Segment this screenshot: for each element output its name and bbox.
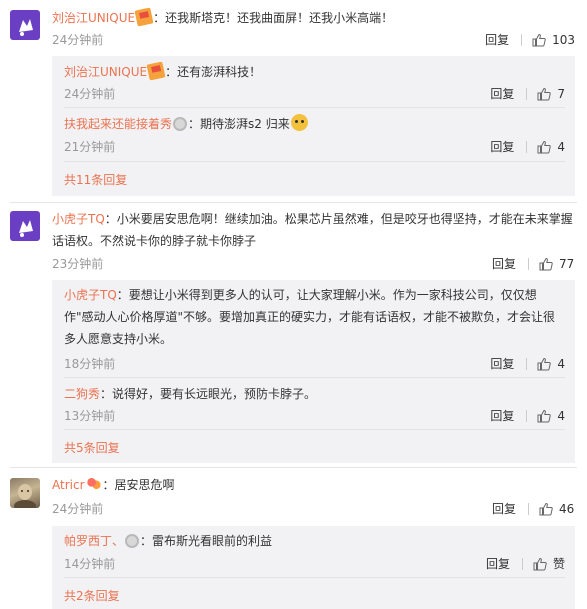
reply-time: 13分钟前 <box>64 409 116 423</box>
reply-box: 帕罗西丁、 ：雷布斯光看眼前的利益 14分钟前 回复 赞 共2条回复 <box>52 526 575 609</box>
reply-box: 刘治江UNIQUE ：还有澎湃科技！ 24分钟前 回复 7 扶我起来还能接着秀 ：期… <box>52 56 575 196</box>
divider <box>64 377 565 378</box>
reply-actions: 回复 4 <box>490 138 565 155</box>
thumbs-up-icon[interactable] <box>537 409 552 423</box>
reply-text: 二狗秀：说得好，要有长远眼光，预防卡脖子。 <box>64 383 565 405</box>
comment-text: 小虎子TQ：小米要居安思危啊！继续加油。松果芯片虽然难，但是咬牙也得坚持，才能在… <box>52 208 575 252</box>
reply-actions: 回复 4 <box>490 355 565 372</box>
reply-button[interactable]: 回复 <box>485 31 509 48</box>
divider <box>526 409 528 422</box>
cat-face-emoji-icon <box>290 114 308 131</box>
reply-button[interactable]: 回复 <box>490 85 514 102</box>
reply-body: ：期待澎湃s2 归来 <box>188 117 290 131</box>
like-count: 7 <box>557 86 565 101</box>
comment-time: 24分钟前 <box>52 33 104 47</box>
thumbs-up-icon[interactable] <box>539 502 553 516</box>
reply-body: ：要想让小米得到更多人的认可，让大家理解小米。作为一家科技公司，仅仅想作"感动人… <box>64 288 556 346</box>
reply-button[interactable]: 回复 <box>492 500 516 517</box>
comment-divider <box>10 202 577 203</box>
divider <box>526 87 528 100</box>
thumbs-up-icon[interactable] <box>533 557 547 571</box>
reply-username[interactable]: 帕罗西丁、 <box>64 534 124 548</box>
divider <box>528 502 529 515</box>
flag-emoji-icon <box>134 7 154 27</box>
thumbs-up-icon[interactable] <box>532 33 546 47</box>
more-replies-link[interactable]: 共5条回复 <box>64 439 120 456</box>
reply-button[interactable]: 回复 <box>490 407 514 424</box>
thumbs-up-icon[interactable] <box>537 140 552 154</box>
medal-badge-icon <box>173 117 188 131</box>
reply-text: 扶我起来还能接着秀 ：期待澎湃s2 归来 <box>64 113 565 135</box>
like-count: 46 <box>559 501 575 516</box>
like-count: 4 <box>557 356 565 371</box>
comment-time: 24分钟前 <box>52 502 104 516</box>
reply-text: 刘治江UNIQUE ：还有澎湃科技！ <box>64 61 565 83</box>
reply-actions: 回复 赞 <box>486 555 565 572</box>
comment-body: ：居安思危啊 <box>102 478 175 492</box>
reply-time: 14分钟前 <box>64 557 116 571</box>
reply-body: ：雷布斯光看眼前的利益 <box>140 534 273 548</box>
comment-text: Atricr ：居安思危啊 <box>52 474 575 496</box>
hearts-emoji-icon <box>85 476 102 492</box>
like-count: 赞 <box>552 557 565 571</box>
thumbs-up-icon[interactable] <box>539 257 553 271</box>
divider <box>526 140 528 153</box>
like-count: 77 <box>559 256 575 271</box>
reply-username[interactable]: 扶我起来还能接着秀 <box>64 117 172 131</box>
reply-box: 小虎子TQ：要想让小米得到更多人的认可，让大家理解小米。作为一家科技公司，仅仅想… <box>52 280 575 463</box>
avatar[interactable] <box>10 211 40 241</box>
divider <box>521 557 523 570</box>
reply-button[interactable]: 回复 <box>492 255 516 272</box>
reply-body: ：说得好，要有长远眼光，预防卡脖子。 <box>100 387 317 401</box>
like-count: 4 <box>557 139 565 154</box>
comment-actions: 回复 46 <box>492 500 575 517</box>
reply-button[interactable]: 回复 <box>490 138 514 155</box>
comment-body: ：还我斯塔克！还我曲面屏！还我小米高端！ <box>153 11 394 25</box>
comment-body: ：小米要居安思危啊！继续加油。松果芯片虽然难，但是咬牙也得坚持，才能在未来掌握话… <box>52 212 573 248</box>
like-count: 103 <box>552 32 575 47</box>
avatar[interactable] <box>10 478 40 508</box>
divider <box>521 33 523 46</box>
more-replies-link[interactable]: 共11条回复 <box>64 171 127 188</box>
like-count: 4 <box>557 408 565 423</box>
thumbs-up-icon[interactable] <box>537 87 552 101</box>
reply-time: 18分钟前 <box>64 357 116 371</box>
reply-actions: 回复 7 <box>490 85 565 102</box>
thumbs-up-icon[interactable] <box>537 357 552 371</box>
medal-badge-icon <box>125 534 140 548</box>
avatar[interactable] <box>10 10 40 40</box>
flag-emoji-icon <box>146 61 166 81</box>
reply-text: 小虎子TQ：要想让小米得到更多人的认可，让大家理解小米。作为一家科技公司，仅仅想… <box>64 284 565 350</box>
divider <box>64 107 565 108</box>
divider <box>64 161 565 162</box>
reply-button[interactable]: 回复 <box>490 355 514 372</box>
comment-actions: 回复 103 <box>485 31 575 48</box>
divider <box>64 577 565 578</box>
reply-body: ：还有澎湃科技！ <box>165 65 262 79</box>
divider <box>526 357 528 370</box>
comment-actions: 回复 77 <box>492 255 575 272</box>
comment-time: 23分钟前 <box>52 257 104 271</box>
comment-text: 刘治江UNIQUE ：还我斯塔克！还我曲面屏！还我小米高端！ <box>52 7 575 29</box>
reply-time: 24分钟前 <box>64 87 116 101</box>
reply-text: 帕罗西丁、 ：雷布斯光看眼前的利益 <box>64 530 565 552</box>
comment-divider <box>10 467 577 468</box>
reply-username[interactable]: 二狗秀 <box>64 387 100 401</box>
reply-username[interactable]: 小虎子TQ <box>64 288 117 302</box>
divider <box>528 257 529 270</box>
reply-actions: 回复 4 <box>490 407 565 424</box>
reply-username[interactable]: 刘治江UNIQUE <box>64 65 147 79</box>
comment-username[interactable]: Atricr <box>52 478 85 492</box>
more-replies-link[interactable]: 共2条回复 <box>64 587 120 604</box>
comment-username[interactable]: 刘治江UNIQUE <box>52 11 135 25</box>
reply-button[interactable]: 回复 <box>486 555 510 572</box>
comment-username[interactable]: 小虎子TQ <box>52 212 105 226</box>
reply-time: 21分钟前 <box>64 140 116 154</box>
divider <box>64 429 565 430</box>
